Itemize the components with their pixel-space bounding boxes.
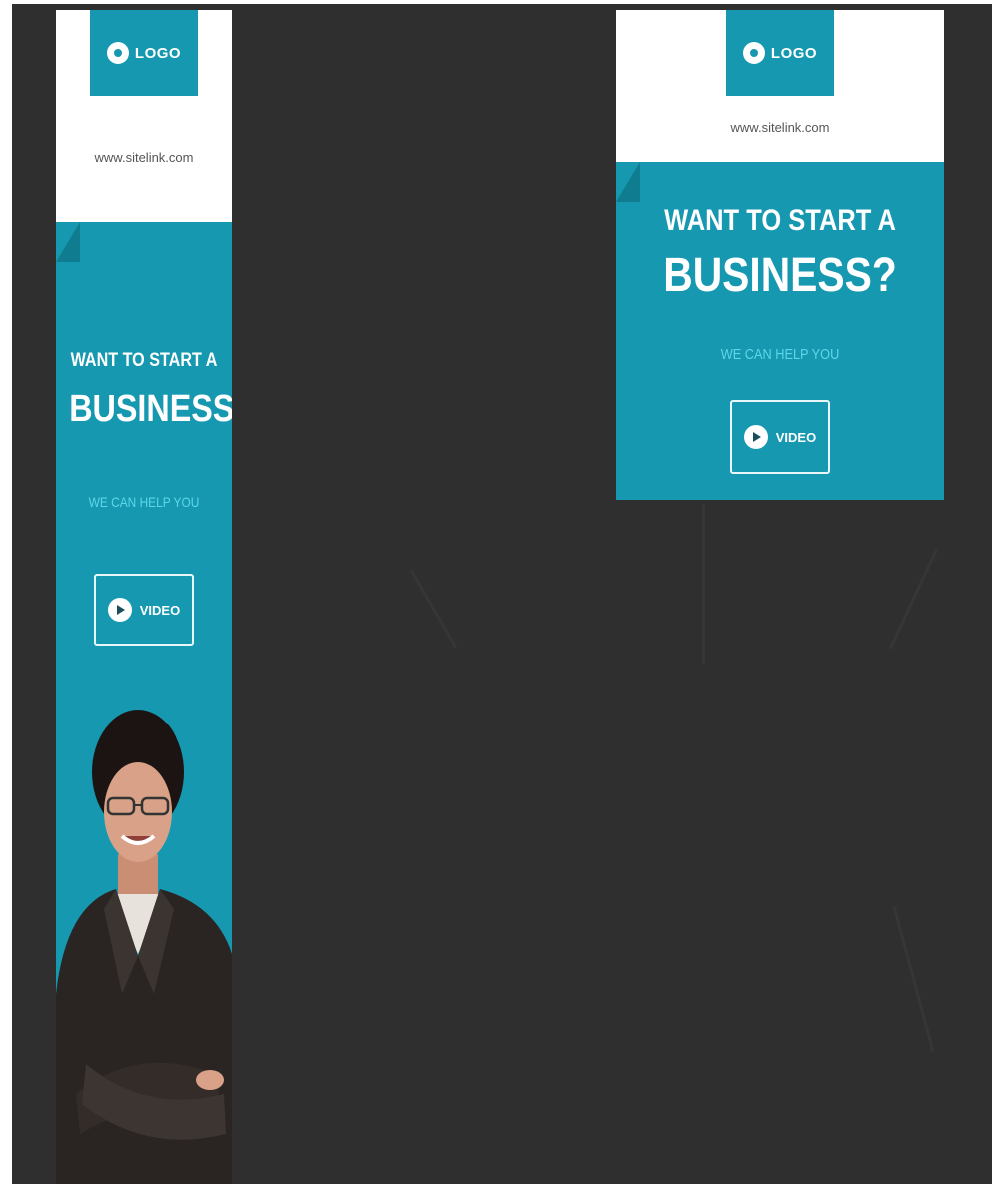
- businesswoman-photo: [56, 710, 232, 1184]
- ghost-stroke: [888, 548, 939, 650]
- logo-text: LOGO: [134, 44, 182, 62]
- preview-canvas: LOGO www.sitelink.com WANT TO START A BU…: [12, 4, 992, 1184]
- headline-line2: BUSINESS?: [663, 249, 897, 302]
- logo: LOGO: [90, 10, 198, 96]
- video-label: VIDEO: [139, 602, 181, 618]
- rectangle-banner[interactable]: LOGO www.sitelink.com WANT TO START A BU…: [616, 10, 944, 500]
- logo-text: LOGO: [770, 44, 818, 62]
- site-url[interactable]: www.sitelink.com: [56, 150, 232, 165]
- play-icon: [743, 425, 768, 449]
- skyscraper-banner[interactable]: LOGO www.sitelink.com WANT TO START A BU…: [56, 10, 232, 1184]
- fold-corner: [616, 162, 640, 202]
- ghost-stroke: [409, 569, 458, 649]
- site-url[interactable]: www.sitelink.com: [616, 120, 944, 135]
- ghost-stroke: [702, 504, 705, 664]
- headline-line2: BUSINESS?: [69, 388, 232, 430]
- video-label: VIDEO: [775, 429, 817, 445]
- ghost-stroke: [892, 906, 935, 1052]
- logo-circle-icon: [106, 42, 129, 64]
- video-button[interactable]: VIDEO: [94, 574, 194, 646]
- fold-corner: [56, 222, 80, 262]
- logo: LOGO: [726, 10, 834, 96]
- tagline: WE CAN HELP YOU: [88, 494, 200, 510]
- play-icon: [107, 598, 132, 622]
- logo-circle-icon: [742, 42, 765, 64]
- video-button[interactable]: VIDEO: [730, 400, 830, 474]
- headline-line1: WANT TO START A: [70, 350, 218, 371]
- headline-line1: WANT TO START A: [664, 204, 896, 237]
- tagline: WE CAN HELP YOU: [720, 346, 840, 363]
